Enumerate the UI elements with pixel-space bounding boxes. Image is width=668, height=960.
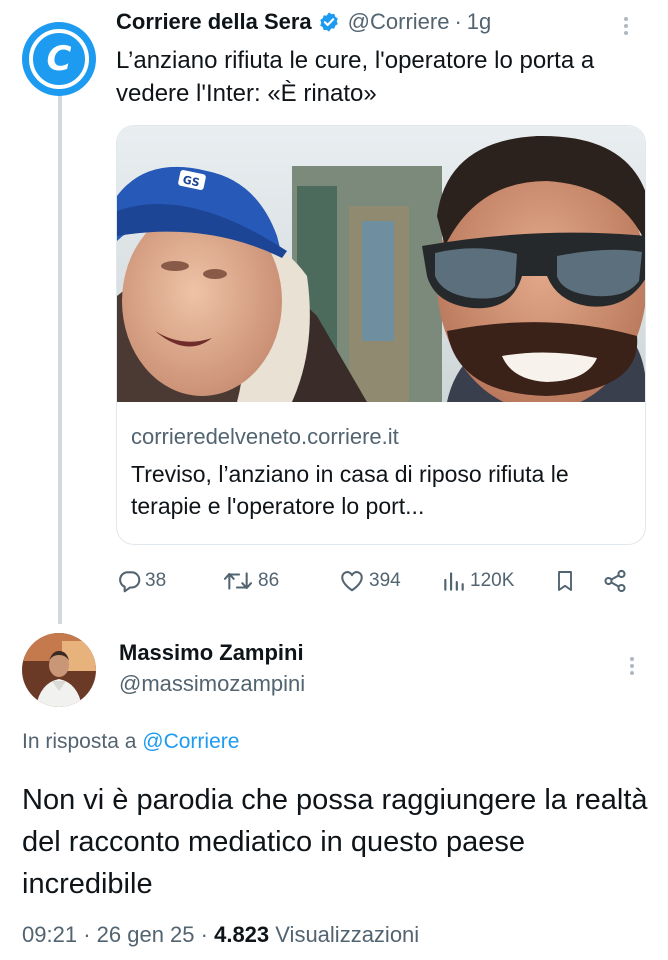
- bookmark-button[interactable]: [553, 566, 580, 596]
- retweet-button[interactable]: 86: [221, 566, 279, 596]
- like-count: 394: [369, 570, 401, 591]
- views-label: Visualizzazioni: [275, 922, 420, 947]
- tweet-time[interactable]: 1g: [467, 9, 491, 35]
- retweet-icon: [223, 572, 253, 590]
- corriere-logo: C: [29, 29, 89, 89]
- reply-date[interactable]: 26 gen 25: [97, 922, 195, 947]
- reply-time[interactable]: 09:21: [22, 922, 77, 947]
- reply-author[interactable]: Massimo Zampini @massimozampini: [119, 637, 305, 699]
- retweet-count: 86: [258, 570, 280, 591]
- massimo-avatar[interactable]: [22, 633, 96, 707]
- quoted-tweet[interactable]: Corriere della Sera @Corriere · 1g L’anz…: [116, 4, 646, 110]
- card-image: GS: [117, 126, 645, 402]
- action-bar: 38 86 394 120K: [116, 566, 636, 596]
- corriere-avatar[interactable]: C: [22, 22, 96, 96]
- reply-text: Non vi è parodia che possa raggiungere l…: [22, 784, 648, 900]
- author-name[interactable]: Corriere della Sera: [116, 9, 312, 35]
- more-options-icon[interactable]: [620, 654, 644, 678]
- separator-dot: ·: [454, 9, 462, 34]
- tweet-footer: 09:21 · 26 gen 25 · 4.823 Visualizzazion…: [22, 922, 419, 948]
- author-handle[interactable]: @Corriere: [348, 9, 450, 35]
- card-meta: corrieredelveneto.corriere.it Treviso, l…: [131, 422, 631, 522]
- reply-prefix: In risposta a: [22, 730, 137, 753]
- more-options-icon[interactable]: [614, 14, 638, 38]
- views-icon: [444, 572, 464, 591]
- reply-count: 38: [145, 570, 167, 591]
- tweet-header: Corriere della Sera @Corriere · 1g: [116, 4, 646, 40]
- reply-button[interactable]: 38: [116, 566, 166, 596]
- views-button[interactable]: 120K: [441, 566, 514, 596]
- tweet-text: L’anziano rifiuta le cure, l'operatore l…: [116, 47, 595, 107]
- card-title: Treviso, l’anziano in casa di riposo rif…: [131, 461, 569, 519]
- verified-badge-icon: [318, 11, 340, 33]
- link-card[interactable]: GS corrieredelveneto.corriere.it Treviso…: [116, 125, 646, 545]
- reply-author-handle[interactable]: @massimozampini: [119, 669, 305, 699]
- like-icon: [341, 571, 363, 592]
- like-button[interactable]: 394: [338, 566, 401, 596]
- share-button[interactable]: [602, 566, 631, 596]
- bookmark-icon: [558, 571, 572, 591]
- views-total: 4.823: [214, 922, 270, 947]
- thread-line: [58, 86, 62, 624]
- reply-icon: [119, 571, 141, 593]
- share-icon: [604, 569, 626, 593]
- footer-dot: ·: [200, 922, 208, 947]
- reply-mention-link[interactable]: @Corriere: [142, 730, 239, 753]
- views-count: 120K: [470, 570, 515, 591]
- footer-dot: ·: [83, 922, 91, 947]
- card-domain: corrieredelveneto.corriere.it: [131, 424, 399, 449]
- reply-context: In risposta a @Corriere: [22, 730, 239, 754]
- reply-author-name[interactable]: Massimo Zampini: [119, 637, 305, 669]
